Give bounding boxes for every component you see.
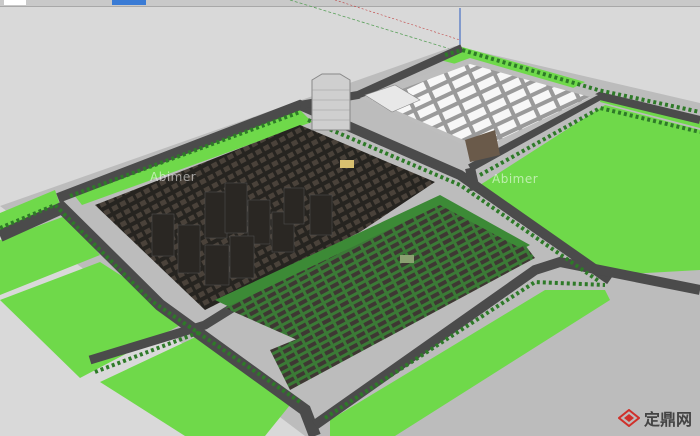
- plaza: [340, 160, 354, 168]
- plaza: [400, 255, 414, 263]
- watermark-right: Abimer: [492, 172, 539, 186]
- city-model-render: [0, 0, 700, 436]
- model-viewport[interactable]: Abimer Abimer 定鼎网: [0, 0, 700, 436]
- axis-red-line: [334, 0, 461, 41]
- site-logo: 定鼎网: [617, 406, 692, 430]
- office-tower: [311, 73, 351, 131]
- axis-green-line: [289, 0, 461, 53]
- watermark-left: Abimer: [150, 170, 197, 184]
- logo-brand-text: 定鼎网: [643, 410, 692, 429]
- logo-diamond-icon: [617, 409, 640, 427]
- road: [465, 166, 480, 192]
